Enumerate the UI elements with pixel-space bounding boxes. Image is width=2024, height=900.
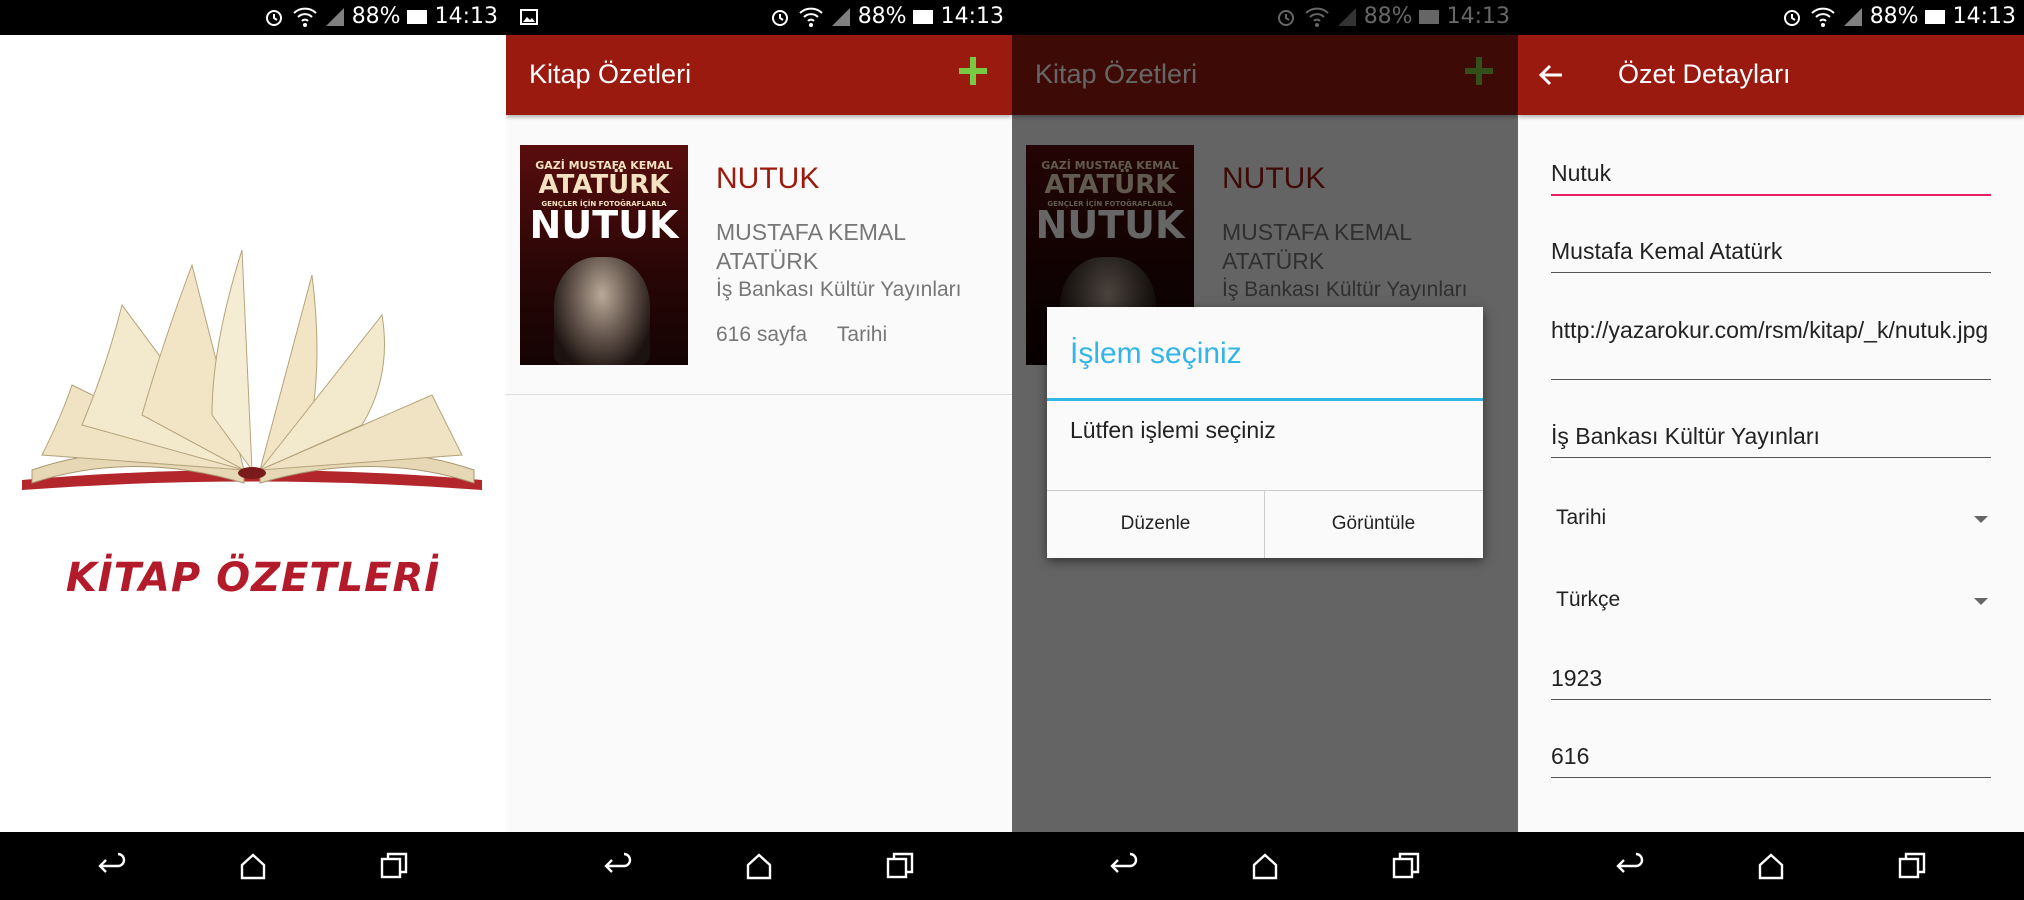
app-bar: Kitap Özetleri bbox=[506, 35, 1012, 115]
dialog-message: Lütfen işlemi seçiniz bbox=[1070, 417, 1276, 443]
recents-icon[interactable] bbox=[378, 850, 410, 882]
book-publisher: İş Bankası Kültür Yayınları bbox=[716, 278, 962, 301]
plus-icon[interactable] bbox=[959, 57, 987, 85]
year-field[interactable]: 1923 bbox=[1551, 665, 1991, 700]
category-value: Tarihi bbox=[1556, 506, 1607, 529]
language-value: Türkçe bbox=[1556, 588, 1621, 611]
battery-icon bbox=[406, 9, 427, 24]
app-bar-title: Özet Detayları bbox=[1618, 59, 1791, 89]
status-time: 14:13 bbox=[940, 4, 1004, 29]
battery-icon bbox=[912, 9, 933, 24]
dropdown-arrow-icon bbox=[1974, 598, 1988, 605]
dialog-title-divider bbox=[1047, 398, 1483, 401]
edit-button[interactable]: Düzenle bbox=[1047, 490, 1264, 558]
battery-percent: 88% bbox=[351, 4, 401, 29]
arrow-back-icon[interactable] bbox=[1538, 62, 1564, 88]
back-icon[interactable] bbox=[1614, 850, 1646, 882]
alarm-icon bbox=[265, 9, 282, 26]
home-icon[interactable] bbox=[237, 850, 269, 882]
book-title: NUTUK bbox=[716, 162, 820, 195]
nav-bar bbox=[1012, 832, 1518, 900]
status-bar: 88% 14:13 bbox=[506, 0, 1012, 35]
author-field[interactable]: Mustafa Kemal Atatürk bbox=[1551, 238, 1991, 273]
nav-bar bbox=[0, 832, 506, 900]
status-bar: 88% 14:13 bbox=[0, 0, 506, 35]
category-spinner[interactable]: Tarihi bbox=[1556, 506, 1988, 530]
book-pages: 616 sayfa bbox=[716, 323, 808, 346]
book-name-field[interactable]: Nutuk bbox=[1551, 160, 1991, 196]
signal-icon bbox=[1843, 7, 1862, 26]
book-meta: 616 sayfa Tarihi bbox=[716, 323, 887, 347]
publisher-field[interactable]: İş Bankası Kültür Yayınları bbox=[1551, 423, 1991, 458]
dialog-title: İşlem seçiniz bbox=[1070, 337, 1242, 370]
app-bar: Özet Detayları bbox=[1518, 35, 2024, 115]
view-button[interactable]: Görüntüle bbox=[1265, 490, 1482, 558]
book-author: MUSTAFA KEMAL ATATÜRK bbox=[716, 219, 906, 274]
home-icon[interactable] bbox=[743, 850, 775, 882]
status-bar: 88% 14:13 bbox=[1518, 0, 2024, 35]
image-notification-icon bbox=[520, 9, 538, 25]
signal-icon bbox=[325, 7, 344, 26]
recents-icon[interactable] bbox=[884, 850, 916, 882]
status-time: 14:13 bbox=[434, 4, 498, 29]
open-book-illustration bbox=[22, 249, 482, 490]
splash-screen: 88% 14:13 KİTAP ÖZETLERİ bbox=[0, 0, 506, 900]
status-time: 14:13 bbox=[1952, 4, 2016, 29]
app-bar-title: Kitap Özetleri bbox=[529, 59, 692, 89]
home-icon[interactable] bbox=[1249, 850, 1281, 882]
alarm-icon bbox=[1783, 9, 1800, 26]
home-icon[interactable] bbox=[1755, 850, 1787, 882]
action-dialog: İşlem seçiniz Lütfen işlemi seçiniz Düze… bbox=[1047, 307, 1483, 558]
splash-app-name: KİTAP ÖZETLERİ bbox=[65, 555, 441, 601]
book-category: Tarihi bbox=[836, 323, 888, 346]
back-icon[interactable] bbox=[96, 850, 128, 882]
battery-percent: 88% bbox=[857, 4, 907, 29]
book-cover-image: GAZİ MUSTAFA KEMAL ATATÜRK GENÇLER İÇİN … bbox=[520, 145, 688, 365]
wifi-icon bbox=[799, 7, 823, 27]
pages-field[interactable]: 616 bbox=[1551, 743, 1991, 778]
nav-bar bbox=[506, 832, 1012, 900]
summary-detail-screen: 88% 14:13 Özet Detayları Nutuk Mustafa K… bbox=[1518, 0, 2024, 900]
action-dialog-screen: 88% 14:13 Kitap Özetleri GAZİ MUSTAFA KE… bbox=[1012, 0, 1518, 900]
nav-bar bbox=[1518, 832, 2024, 900]
portrait-shape bbox=[554, 257, 650, 365]
signal-icon bbox=[831, 7, 850, 26]
alarm-icon bbox=[771, 9, 788, 26]
battery-percent: 88% bbox=[1869, 4, 1919, 29]
book-list-screen: 88% 14:13 Kitap Özetleri GAZİ MUSTAFA KE… bbox=[506, 0, 1012, 900]
list-divider bbox=[506, 394, 1012, 395]
dropdown-arrow-icon bbox=[1974, 516, 1988, 523]
cover-line4: NUTUK bbox=[529, 203, 679, 247]
battery-icon bbox=[1924, 9, 1945, 24]
wifi-icon bbox=[1811, 7, 1835, 27]
language-spinner[interactable]: Türkçe bbox=[1556, 588, 1988, 612]
back-icon[interactable] bbox=[602, 850, 634, 882]
back-icon[interactable] bbox=[1108, 850, 1140, 882]
wifi-icon bbox=[293, 7, 317, 27]
cover-line2: ATATÜRK bbox=[538, 170, 670, 200]
recents-icon[interactable] bbox=[1390, 850, 1422, 882]
image-url-field[interactable]: http://yazarokur.com/rsm/kitap/_k/nutuk.… bbox=[1551, 316, 1991, 380]
recents-icon[interactable] bbox=[1896, 850, 1928, 882]
